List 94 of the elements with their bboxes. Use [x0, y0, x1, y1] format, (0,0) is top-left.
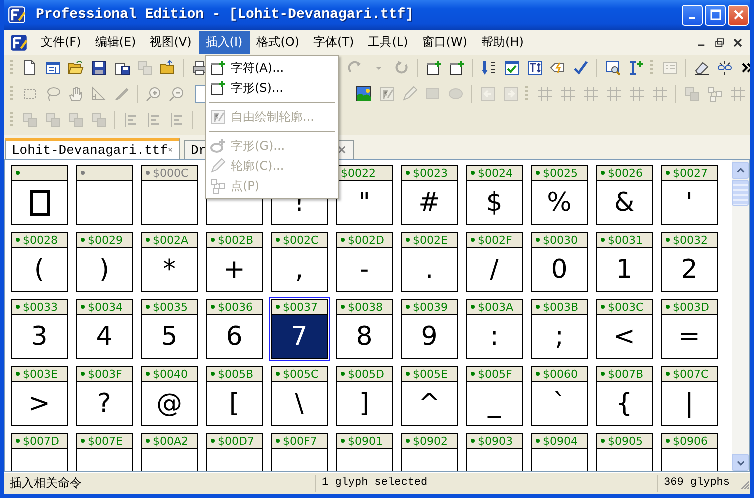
glyph-code: $0040 — [153, 368, 188, 380]
glyph-code: $0029 — [88, 234, 123, 246]
glyph-code: $0905 — [608, 434, 643, 448]
glyph: / — [490, 254, 499, 284]
glyph-code: $007B — [608, 368, 644, 380]
glyph: | — [685, 388, 694, 418]
glyph: " — [358, 188, 370, 218]
glyph-code: $0906 — [673, 434, 708, 448]
glyph: ; — [555, 322, 564, 352]
glyph-code: $003E — [23, 368, 58, 380]
glyph: [ — [229, 388, 240, 418]
glyph-code: $0901 — [348, 434, 383, 448]
glyph: 4 — [96, 322, 113, 352]
glyph-code: $0024 — [478, 166, 513, 180]
glyph-code: $005E — [413, 368, 448, 380]
glyph: > — [28, 388, 50, 418]
glyph-code: $005B — [218, 368, 254, 380]
glyph: 6 — [226, 322, 243, 352]
glyph-code: $007D — [23, 434, 60, 448]
glyph: % — [547, 188, 572, 218]
glyph: ? — [98, 388, 112, 418]
glyph: 0 — [551, 254, 568, 284]
status-text: 369 glyphs — [663, 476, 732, 491]
glyph-code: $0030 — [543, 234, 578, 246]
glyph: @ — [156, 388, 182, 418]
glyph-code: $007E — [88, 434, 123, 448]
glyph: 2 — [681, 254, 698, 284]
glyph: { — [616, 388, 633, 418]
glyph: 8 — [356, 322, 373, 352]
glyph-code: $0027 — [673, 166, 708, 180]
glyph-code: $005F — [478, 368, 512, 380]
glyph-code: $0902 — [413, 434, 448, 448]
glyph: \ — [295, 388, 304, 418]
glyph: ' — [686, 188, 694, 218]
glyph-code: $00F7 — [283, 434, 318, 448]
glyph-code: $0904 — [543, 434, 578, 448]
glyph-code: $003C — [608, 300, 644, 314]
glyph-code: $0023 — [413, 166, 448, 180]
glyph: 5 — [161, 322, 178, 352]
glyph-code: $000C — [153, 166, 189, 180]
glyph-code: $0034 — [88, 300, 123, 314]
glyph-code: $005D — [348, 368, 384, 380]
glyph-code: $0025 — [543, 166, 578, 180]
glyph-code: $0035 — [153, 300, 188, 314]
glyph: ) — [99, 254, 110, 284]
glyph-code: $002D — [348, 234, 384, 246]
glyph: 7 — [291, 322, 308, 352]
glyph: $ — [486, 188, 503, 218]
glyph: + — [224, 254, 246, 284]
glyph: < — [614, 322, 636, 352]
glyph: ` — [553, 388, 566, 418]
glyph: ( — [34, 254, 45, 284]
glyph: : — [490, 322, 499, 352]
glyph-code: $0038 — [348, 300, 383, 314]
glyph-code: $002E — [413, 234, 448, 246]
glyph: - — [360, 254, 370, 284]
glyph: & — [614, 188, 635, 218]
glyph-code: $003D — [673, 300, 710, 314]
glyph: = — [678, 322, 700, 352]
window-title: Professional Edition - [Lohit-Devanagari.ttf] — [36, 7, 416, 23]
glyph-code: $0033 — [23, 300, 58, 314]
glyph-code: $002A — [153, 234, 189, 246]
glyph-code: $0031 — [608, 234, 643, 246]
glyph-code: $0037 — [283, 300, 318, 314]
glyph: 3 — [31, 322, 48, 352]
glyph: _ — [488, 388, 501, 418]
glyph: 9 — [421, 322, 438, 352]
glyph-code: $0022 — [341, 166, 376, 180]
glyph-code: $0039 — [413, 300, 448, 314]
glyph-code: $007C — [673, 368, 709, 380]
glyph-code: $005C — [283, 368, 319, 380]
glyph: , — [295, 254, 304, 284]
glyph: ] — [359, 388, 370, 418]
glyph-code: $002F — [478, 234, 512, 246]
glyph-code: $0032 — [673, 234, 708, 246]
status-text: 1 glyph selected — [316, 475, 658, 492]
glyph-code: $00A2 — [153, 434, 189, 448]
glyph: . — [425, 254, 434, 284]
glyph-code: $003A — [478, 300, 514, 314]
glyph-code: $0060 — [543, 368, 578, 380]
glyph: # — [418, 188, 440, 218]
glyph-code: $003B — [543, 300, 579, 314]
glyph-code: $0028 — [23, 234, 58, 246]
glyph-code: $002B — [218, 234, 254, 246]
glyph-code: $0026 — [608, 166, 643, 180]
glyph: ^ — [418, 388, 440, 418]
glyph-code: $0903 — [478, 434, 513, 448]
glyph-code: $0036 — [218, 300, 253, 314]
glyph: 1 — [616, 254, 633, 284]
glyph-code: $002C — [283, 234, 319, 246]
status-text: 插入相关命令 — [4, 475, 316, 492]
glyph: * — [163, 254, 176, 284]
glyph-code: $00D7 — [218, 434, 254, 448]
glyph-code: $003F — [88, 368, 122, 380]
